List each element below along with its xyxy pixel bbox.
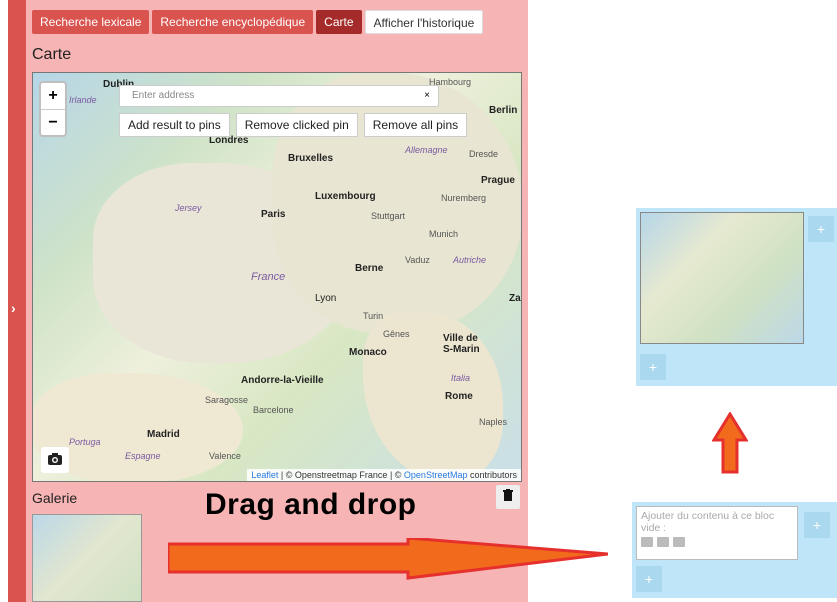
empty-block-text: Ajouter du contenu à ce bloc vide : — [641, 510, 775, 534]
add-block-button[interactable]: + — [804, 512, 830, 538]
city-label: Nuremberg — [441, 193, 487, 203]
tab-lexical-search[interactable]: Recherche lexicale — [32, 10, 150, 34]
address-placeholder: Enter address — [132, 90, 195, 101]
map-view[interactable]: Dublin Irlande Londres Bruxelles Luxembo… — [32, 72, 522, 482]
address-search-input[interactable]: Enter address × — [119, 85, 439, 107]
zoom-control: + − — [39, 81, 67, 137]
city-label: Allemagne — [405, 145, 448, 155]
map-section-title: Carte — [32, 46, 72, 63]
land-central-europe — [273, 73, 521, 333]
city-label: Gênes — [383, 329, 410, 339]
city-label: Zag — [509, 293, 521, 304]
empty-content-block[interactable]: Ajouter du contenu à ce bloc vide : — [636, 506, 798, 560]
map-attribution: Leaflet | © Openstreetmap France | © Ope… — [247, 469, 521, 481]
content-type-icons — [641, 537, 793, 547]
add-block-button[interactable]: + — [636, 566, 662, 592]
gallery-map-thumbnail[interactable] — [32, 514, 142, 602]
expand-sidebar-icon[interactable]: › — [11, 300, 16, 316]
city-label: Irlande — [69, 95, 97, 105]
city-label: Valence — [209, 451, 241, 461]
city-label: Turin — [363, 311, 384, 321]
city-label: Espagne — [125, 451, 161, 461]
city-label: Rome — [445, 391, 473, 402]
pin-controls: Add result to pins Remove clicked pin Re… — [119, 113, 468, 137]
city-label: Berne — [355, 263, 384, 274]
city-label: Dresde — [469, 149, 499, 159]
city-label: Ville de S-Marin — [443, 333, 480, 355]
tab-map[interactable]: Carte — [316, 10, 362, 34]
city-label: Luxembourg — [315, 191, 376, 202]
attribution-text: | © Openstreetmap France | © — [278, 470, 404, 480]
collapsed-sidebar: › — [8, 0, 26, 602]
city-label: Saragosse — [205, 395, 249, 405]
city-label: Prague — [481, 175, 515, 186]
city-label: Naples — [479, 417, 508, 427]
clear-address-icon[interactable]: × — [424, 86, 430, 106]
city-label: Vaduz — [405, 255, 430, 265]
city-label: Stuttgart — [371, 211, 406, 221]
city-label: Monaco — [349, 347, 387, 358]
attribution-text: contributors — [467, 470, 517, 480]
city-label: Madrid — [147, 429, 180, 440]
city-label: Bruxelles — [288, 153, 334, 164]
city-label: Italia — [451, 373, 471, 383]
add-block-button[interactable]: + — [808, 216, 834, 242]
move-up-arrow-icon — [712, 412, 748, 474]
show-history-button[interactable]: Afficher l'historique — [364, 10, 484, 34]
city-label: Munich — [429, 229, 459, 239]
image-icon[interactable] — [657, 537, 669, 547]
openstreetmap-link[interactable]: OpenStreetMap — [404, 470, 468, 480]
city-label: Andorre-la-Vieille — [241, 375, 324, 386]
camera-icon[interactable] — [41, 447, 69, 473]
zoom-out-button[interactable]: − — [41, 109, 65, 135]
dropped-map-thumbnail[interactable] — [640, 212, 804, 344]
zoom-in-button[interactable]: + — [41, 83, 65, 109]
remove-all-pins-button[interactable]: Remove all pins — [363, 113, 468, 137]
leaflet-link[interactable]: Leaflet — [251, 470, 278, 480]
remove-clicked-pin-button[interactable]: Remove clicked pin — [235, 113, 358, 137]
city-label: Berlin — [489, 105, 518, 116]
add-result-to-pins-button[interactable]: Add result to pins — [119, 113, 230, 137]
drag-and-drop-label: Drag and drop — [205, 488, 417, 521]
tab-bar: Recherche lexicale Recherche encyclopédi… — [32, 10, 484, 34]
drag-right-arrow-icon — [168, 538, 608, 580]
add-block-button[interactable]: + — [640, 354, 666, 380]
video-icon[interactable] — [673, 537, 685, 547]
trash-icon[interactable] — [496, 485, 520, 509]
city-label: Barcelone — [253, 405, 294, 415]
city-label: Lyon — [315, 293, 337, 304]
gallery-title: Galerie — [32, 490, 78, 506]
city-label: Jersey — [175, 203, 202, 213]
text-icon[interactable] — [641, 537, 653, 547]
city-label: Portuga — [69, 437, 101, 447]
city-label: France — [251, 271, 286, 283]
tab-encyclopedic-search[interactable]: Recherche encyclopédique — [152, 10, 314, 34]
city-label: Paris — [261, 209, 286, 220]
city-label: Autriche — [453, 255, 487, 265]
